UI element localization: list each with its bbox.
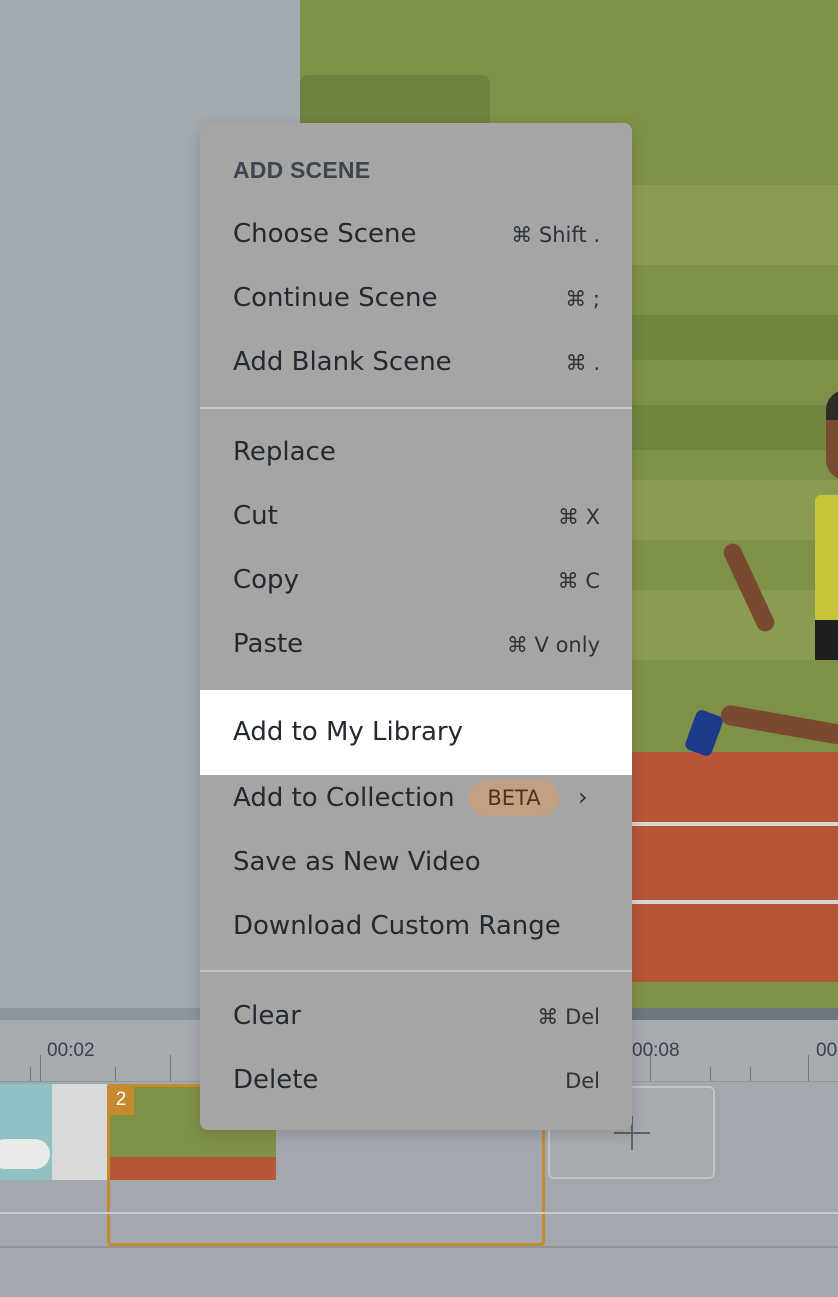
ruler-label: 00 (816, 1040, 838, 1061)
menu-item-copy[interactable]: Copy ⌘ C (200, 549, 632, 613)
menu-item-replace[interactable]: Replace (200, 421, 632, 485)
menu-item-shortcut: ⌘ C (557, 569, 600, 593)
menu-item-delete[interactable]: Delete Del (200, 1049, 632, 1113)
scene-clip[interactable] (0, 1084, 52, 1180)
ruler-tick (650, 1055, 651, 1081)
menu-item-clear[interactable]: Clear ⌘ Del (200, 985, 632, 1049)
progress-fill (632, 1008, 838, 1020)
menu-item-label: Continue Scene (233, 283, 438, 313)
menu-item-continue-scene[interactable]: Continue Scene ⌘ ; (200, 267, 632, 331)
menu-item-shortcut: ⌘ . (565, 351, 600, 375)
menu-divider (200, 970, 632, 972)
menu-item-label: Delete (233, 1065, 319, 1095)
ruler-tick (750, 1067, 751, 1081)
clip-number-badge: 2 (108, 1085, 134, 1115)
track-divider (0, 1212, 838, 1214)
menu-section-header: ADD SCENE (233, 157, 371, 183)
menu-item-shortcut: ⌘ Shift . (511, 223, 600, 247)
ruler-tick (808, 1055, 809, 1081)
ruler-tick (170, 1055, 171, 1081)
menu-item-paste[interactable]: Paste ⌘ V only (200, 613, 632, 677)
menu-item-label: Add Blank Scene (233, 347, 452, 377)
menu-item-choose-scene[interactable]: Choose Scene ⌘ Shift . (200, 203, 632, 267)
menu-item-add-to-my-library[interactable]: Add to My Library (200, 690, 632, 775)
chevron-right-icon: › (578, 783, 588, 811)
ruler-label: 00:08 (632, 1040, 680, 1061)
menu-item-label: Copy (233, 565, 299, 595)
menu-item-save-as-new-video[interactable]: Save as New Video (200, 831, 632, 895)
menu-item-label: Paste (233, 629, 304, 659)
menu-item-shortcut: ⌘ Del (537, 1005, 600, 1029)
runner-shirt (815, 495, 838, 625)
track-divider (0, 1246, 838, 1248)
ruler-label: 00:02 (47, 1040, 95, 1061)
ruler-tick (40, 1055, 41, 1081)
menu-divider (200, 407, 632, 409)
runner-shorts (815, 620, 838, 660)
menu-item-label: Save as New Video (233, 847, 481, 877)
ruler-tick (30, 1067, 31, 1081)
ruler-tick (115, 1067, 116, 1081)
menu-item-label: Cut (233, 501, 278, 531)
menu-item-label: Download Custom Range (233, 911, 561, 941)
menu-item-label: Add to My Library (233, 717, 463, 747)
scene-clip-blank[interactable] (52, 1084, 107, 1180)
context-menu: ADD SCENE Choose Scene ⌘ Shift . Continu… (200, 123, 632, 1130)
menu-item-shortcut: ⌘ X (557, 505, 600, 529)
menu-item-download-custom-range[interactable]: Download Custom Range (200, 895, 632, 959)
menu-item-label: Clear (233, 1001, 301, 1031)
menu-item-cut[interactable]: Cut ⌘ X (200, 485, 632, 549)
menu-item-add-to-collection[interactable]: Add to Collection (200, 767, 632, 831)
menu-item-shortcut: ⌘ V only (506, 633, 600, 657)
menu-item-label: Replace (233, 437, 336, 467)
menu-item-label: Choose Scene (233, 219, 417, 249)
cloud-thumbnail (0, 1139, 50, 1169)
beta-badge: BETA (469, 780, 559, 816)
menu-item-add-blank-scene[interactable]: Add Blank Scene ⌘ . (200, 331, 632, 395)
menu-item-label: Add to Collection (233, 783, 455, 813)
menu-item-shortcut: Del (565, 1069, 600, 1093)
menu-item-shortcut: ⌘ ; (565, 287, 600, 311)
ruler-tick (710, 1067, 711, 1081)
